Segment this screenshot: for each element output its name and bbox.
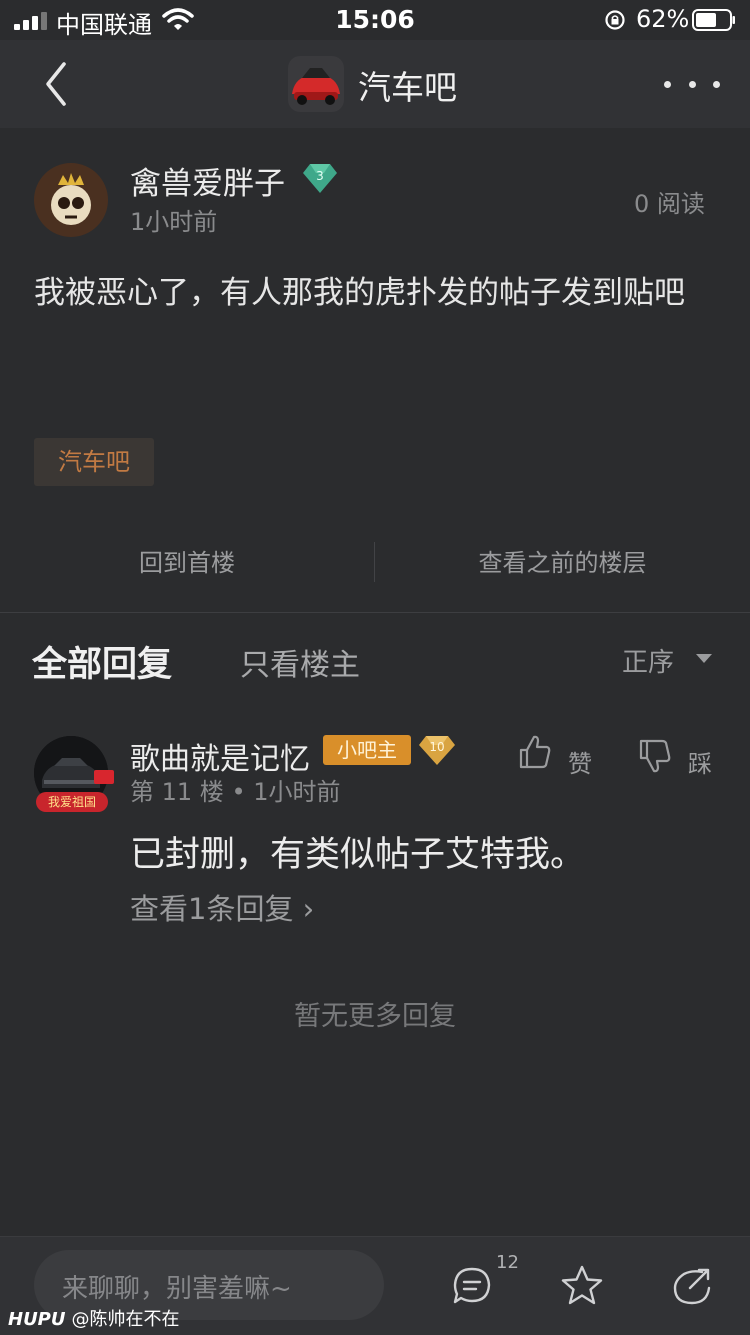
chevron-down-icon[interactable] (696, 654, 712, 663)
read-count: 0 阅读 (634, 190, 705, 218)
post-time: 1小时前 (130, 208, 218, 236)
level-badge: 3 (303, 164, 337, 193)
flag-icon (94, 770, 114, 784)
moderator-badge: 小吧主 (323, 735, 411, 765)
forum-logo[interactable] (288, 56, 344, 112)
forum-tag[interactable]: 汽车吧 (34, 438, 154, 486)
page-title: 汽车吧 (358, 68, 457, 107)
reply-input-placeholder: 来聊聊，别害羞嘛~ (62, 1274, 292, 1304)
tab-op-only[interactable]: 只看楼主 (240, 640, 360, 684)
reply-content: 已封删，有类似帖子艾特我。 (130, 835, 586, 875)
sort-dropdown[interactable]: 正序 (622, 642, 674, 679)
more-icon[interactable] (664, 66, 720, 102)
comment-count: 12 (496, 1252, 519, 1273)
reply-time: 1小时前 (253, 778, 341, 806)
battery-icon (692, 9, 735, 31)
tab-all-replies[interactable]: 全部回复 (32, 636, 172, 687)
back-icon[interactable] (30, 58, 82, 110)
view-sub-replies-link[interactable]: 查看1条回复 › (130, 886, 314, 928)
floor-navigation: 回到首楼 查看之前的楼层 (0, 530, 750, 596)
comment-icon[interactable] (452, 1266, 492, 1306)
post-author[interactable]: 禽兽爱胖子 (130, 158, 285, 203)
svg-text:10: 10 (429, 740, 444, 754)
share-icon[interactable] (672, 1266, 712, 1306)
dot-separator: • (231, 778, 254, 806)
avatar-badge: 我爱祖国 (36, 792, 108, 812)
post-content: 我被恶心了，有人那我的虎扑发的帖子发到贴吧 (34, 275, 685, 311)
thumbs-up-icon[interactable] (518, 734, 552, 770)
level-badge: 10 (419, 736, 455, 765)
star-icon[interactable] (560, 1264, 604, 1308)
watermark: HUPU @陈帅在不在 (8, 1305, 180, 1331)
watermark-brand: HUPU (8, 1309, 66, 1330)
author-avatar[interactable] (34, 163, 108, 237)
battery-percent: 62% (636, 5, 690, 33)
dislike-label[interactable]: 踩 (688, 744, 712, 779)
floor-info: 第 11 楼 • 1小时前 (130, 772, 341, 807)
watermark-user: @陈帅在不在 (71, 1309, 180, 1330)
floor-number: 第 11 楼 (130, 778, 224, 806)
like-label[interactable]: 赞 (568, 744, 592, 779)
thumbs-down-icon[interactable] (638, 738, 672, 774)
svg-text:3: 3 (316, 169, 324, 183)
view-previous-floors-button[interactable]: 查看之前的楼层 (375, 530, 750, 596)
no-more-replies: 暂无更多回复 (294, 1001, 456, 1032)
section-divider (0, 612, 750, 613)
back-to-first-floor-button[interactable]: 回到首楼 (0, 530, 374, 596)
rotation-lock-icon (605, 10, 625, 30)
